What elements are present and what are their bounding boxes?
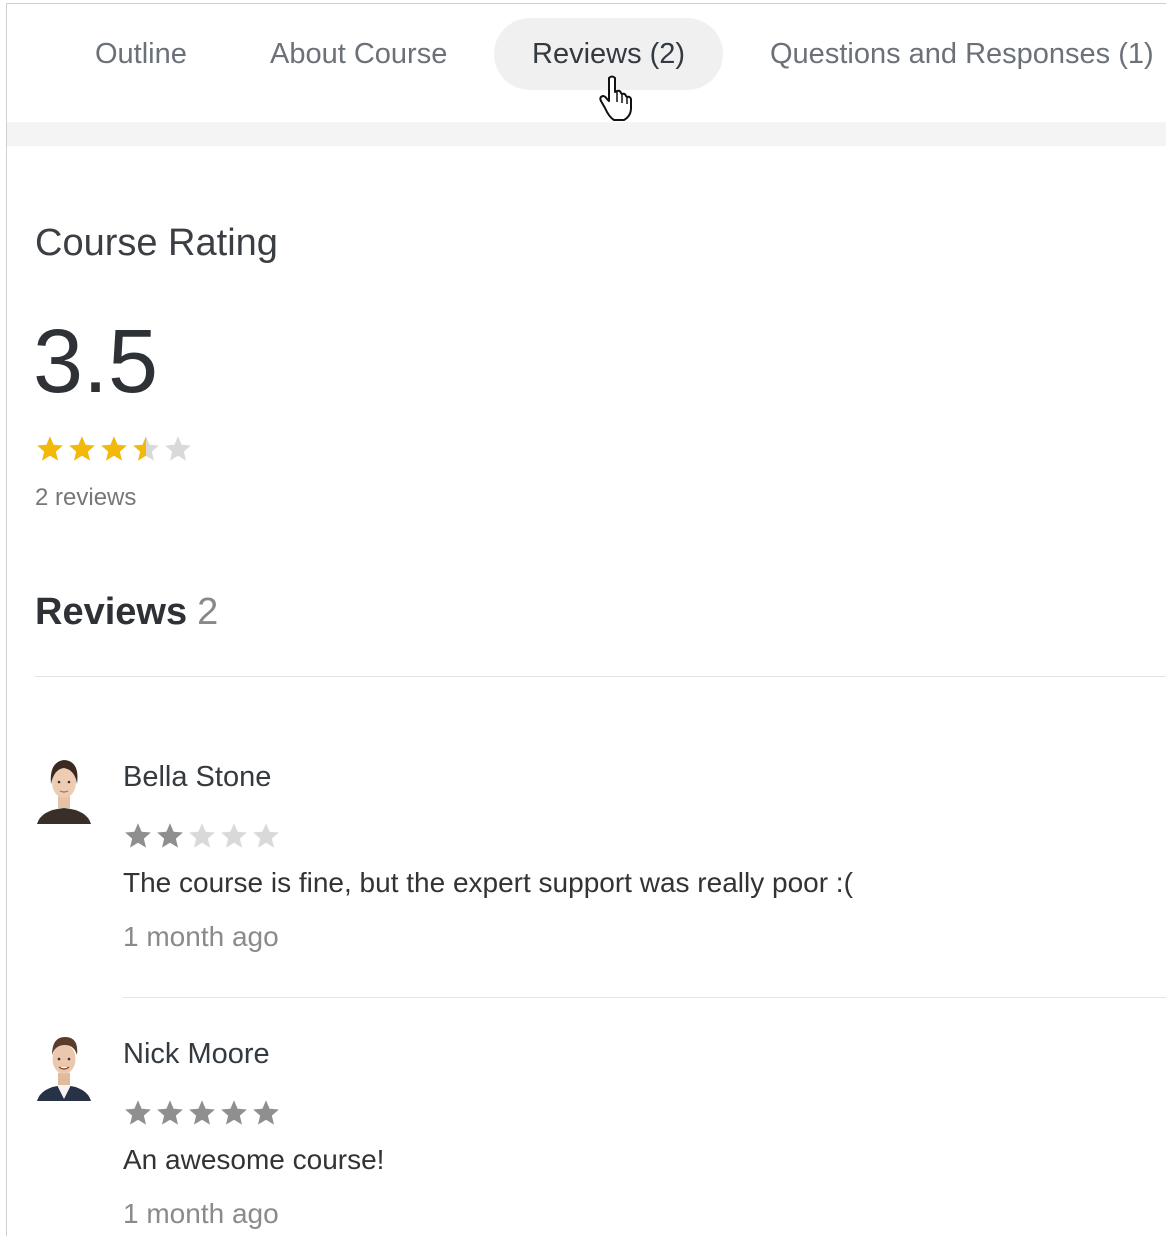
reviews-heading-count: 2 bbox=[197, 591, 219, 633]
star-icon bbox=[189, 823, 215, 848]
hand-pointer-icon bbox=[599, 75, 632, 121]
star-icon bbox=[221, 823, 247, 848]
course-panel: Outline About Course Reviews (2) Questio… bbox=[6, 3, 1166, 1236]
review-stars bbox=[123, 1098, 283, 1128]
tab-separator bbox=[7, 122, 1166, 146]
review-time: 1 month ago bbox=[123, 1198, 279, 1229]
course-rating-title: Course Rating bbox=[35, 222, 278, 264]
divider bbox=[35, 676, 1166, 677]
star-icon bbox=[253, 823, 279, 848]
divider bbox=[123, 997, 1166, 998]
reviewer-name: Nick Moore bbox=[123, 1038, 270, 1070]
star-icon bbox=[133, 436, 159, 461]
reviews-heading-label: Reviews bbox=[35, 591, 188, 633]
star-icon bbox=[253, 1100, 279, 1125]
star-icon bbox=[37, 436, 63, 461]
course-rating-stars bbox=[35, 434, 195, 464]
star-icon bbox=[125, 1100, 151, 1125]
avatar bbox=[37, 1037, 91, 1101]
star-icon bbox=[101, 436, 127, 461]
star-icon bbox=[157, 1100, 183, 1125]
tab-about-course[interactable]: About Course bbox=[232, 18, 485, 90]
star-icon bbox=[157, 823, 183, 848]
star-icon bbox=[69, 436, 95, 461]
course-rating-score: 3.5 bbox=[33, 312, 159, 412]
review-count-label: 2 reviews bbox=[35, 484, 137, 511]
reviewer-name: Bella Stone bbox=[123, 761, 272, 793]
review-text: An awesome course! bbox=[123, 1144, 385, 1175]
star-icon bbox=[125, 823, 151, 848]
review-text: The course is fine, but the expert suppo… bbox=[123, 867, 853, 898]
reviews-heading: Reviews 2 bbox=[35, 591, 218, 634]
review-stars bbox=[123, 821, 283, 851]
star-icon bbox=[189, 1100, 215, 1125]
review-time: 1 month ago bbox=[123, 921, 279, 952]
star-icon bbox=[165, 436, 191, 461]
tab-questions-and-responses[interactable]: Questions and Responses (1) bbox=[732, 18, 1166, 90]
avatar bbox=[37, 760, 91, 824]
tab-outline[interactable]: Outline bbox=[57, 18, 225, 90]
tab-bar: Outline About Course Reviews (2) Questio… bbox=[7, 4, 1166, 122]
star-icon bbox=[221, 1100, 247, 1125]
